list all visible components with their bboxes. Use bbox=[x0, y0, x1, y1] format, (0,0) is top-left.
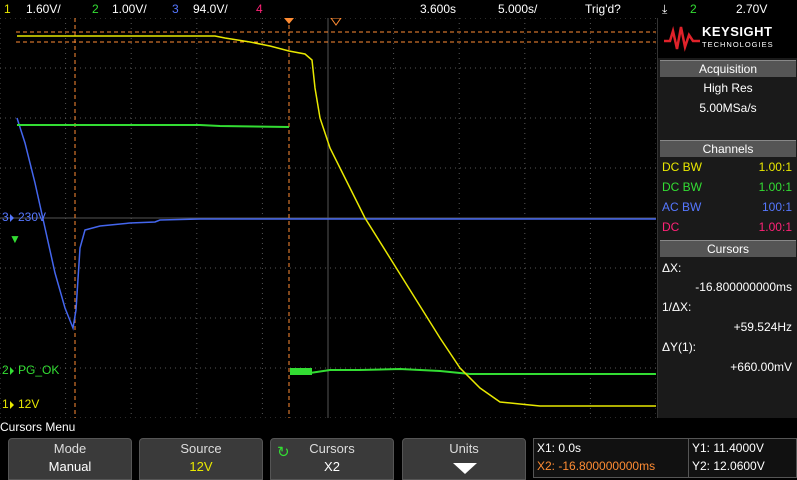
ch2-glitch bbox=[290, 368, 312, 375]
waveform-display[interactable]: 3 230V ▼ 2 PG_OK 1 12V bbox=[0, 18, 656, 418]
menu-title: Cursors Menu bbox=[0, 420, 76, 434]
x1-readout: X1: 0.0s bbox=[537, 441, 582, 455]
ch1-marker: 1 bbox=[2, 397, 9, 411]
inverse-delta-x-value: +59.524Hz bbox=[733, 320, 792, 334]
trigger-status: Trig'd? bbox=[585, 2, 621, 16]
ch1-number[interactable]: 1 bbox=[4, 2, 11, 16]
channels-title[interactable]: Channels bbox=[660, 140, 796, 157]
cursors-value: X2 bbox=[324, 459, 340, 474]
acquisition-rate: 5.00MSa/s bbox=[699, 101, 757, 115]
keysight-logo: KEYSIGHT TECHNOLOGIES bbox=[658, 18, 797, 58]
delta-x-value: -16.800000000ms bbox=[695, 280, 792, 294]
ch3-label: 230V bbox=[18, 210, 46, 224]
ch2-scale[interactable]: 1.00V/ bbox=[112, 2, 147, 16]
ch2-probe: 1.00:1 bbox=[758, 180, 792, 194]
ch3-number[interactable]: 3 bbox=[172, 2, 179, 16]
units-label: Units bbox=[449, 441, 479, 456]
cursors-title[interactable]: Cursors bbox=[660, 240, 796, 257]
logo-subtitle: TECHNOLOGIES bbox=[702, 40, 774, 49]
ch2-coupling: DC BW bbox=[662, 180, 702, 194]
mode-label: Mode bbox=[53, 441, 87, 456]
delta-x-label: ΔX: bbox=[662, 261, 682, 275]
inverse-delta-x-label: 1/ΔX: bbox=[662, 300, 692, 314]
keysight-wave-icon bbox=[664, 26, 700, 52]
ch3-probe: 100:1 bbox=[761, 200, 792, 214]
ch2-number[interactable]: 2 bbox=[92, 2, 99, 16]
mode-value: Manual bbox=[48, 459, 92, 474]
ch4-coupling: DC bbox=[662, 220, 680, 234]
ch3-ground-label[interactable]: 3 230V bbox=[2, 210, 46, 224]
y2-readout: Y2: 12.0600V bbox=[692, 459, 765, 473]
ch3-coupling: AC BW bbox=[662, 200, 702, 214]
time-scale[interactable]: 5.000s/ bbox=[498, 2, 537, 16]
ch3-marker: 3 bbox=[2, 210, 9, 224]
ch1-label: 12V bbox=[18, 397, 39, 411]
ch4-number[interactable]: 4 bbox=[256, 2, 263, 16]
ch2-trigger-level-icon: ▼ bbox=[9, 232, 21, 246]
cursor-x-readout: X1: 0.0s X2: -16.800000000ms bbox=[533, 438, 689, 478]
cursors-softkey[interactable]: ↻ Cursors X2 bbox=[270, 438, 394, 480]
acquisition-title[interactable]: Acquisition bbox=[660, 60, 796, 77]
logo-brand: KEYSIGHT bbox=[702, 24, 773, 39]
ch1-coupling: DC BW bbox=[662, 160, 702, 174]
ch3-scale[interactable]: 94.0V/ bbox=[193, 2, 228, 16]
ch2-label: PG_OK bbox=[18, 363, 59, 377]
ch2-marker: 2 bbox=[2, 363, 9, 377]
cursor-y-readout: Y1: 11.4000V Y2: 12.0600V bbox=[688, 438, 797, 478]
mode-softkey[interactable]: Mode Manual bbox=[8, 438, 132, 480]
ch1-scale[interactable]: 1.60V/ bbox=[26, 2, 61, 16]
submenu-arrow-icon bbox=[453, 463, 477, 474]
y1-readout: Y1: 11.4000V bbox=[692, 441, 764, 455]
side-panel: KEYSIGHT TECHNOLOGIES Acquisition High R… bbox=[657, 18, 797, 418]
acquisition-mode: High Res bbox=[703, 81, 753, 95]
cursors-label: Cursors bbox=[309, 441, 355, 456]
time-position[interactable]: 3.600s bbox=[420, 2, 456, 16]
trigger-source[interactable]: 2 bbox=[690, 2, 697, 16]
ch1-ground-label[interactable]: 1 12V bbox=[2, 397, 39, 411]
ch1-probe: 1.00:1 bbox=[758, 160, 792, 174]
source-softkey[interactable]: Source 12V bbox=[139, 438, 263, 480]
ch4-probe: 1.00:1 bbox=[758, 220, 792, 234]
status-bar: 1 1.60V/ 2 1.00V/ 3 94.0V/ 4 3.600s 5.00… bbox=[0, 0, 797, 18]
source-label: Source bbox=[180, 441, 222, 456]
delta-y-label: ΔY(1): bbox=[662, 340, 697, 354]
trigger-level[interactable]: 2.70V bbox=[736, 2, 767, 16]
trigger-edge-icon[interactable]: ⤓ bbox=[662, 2, 667, 17]
source-value: 12V bbox=[189, 459, 213, 474]
units-softkey[interactable]: Units bbox=[402, 438, 526, 480]
delta-y-value: +660.00mV bbox=[730, 360, 792, 374]
x2-readout: X2: -16.800000000ms bbox=[537, 459, 656, 473]
